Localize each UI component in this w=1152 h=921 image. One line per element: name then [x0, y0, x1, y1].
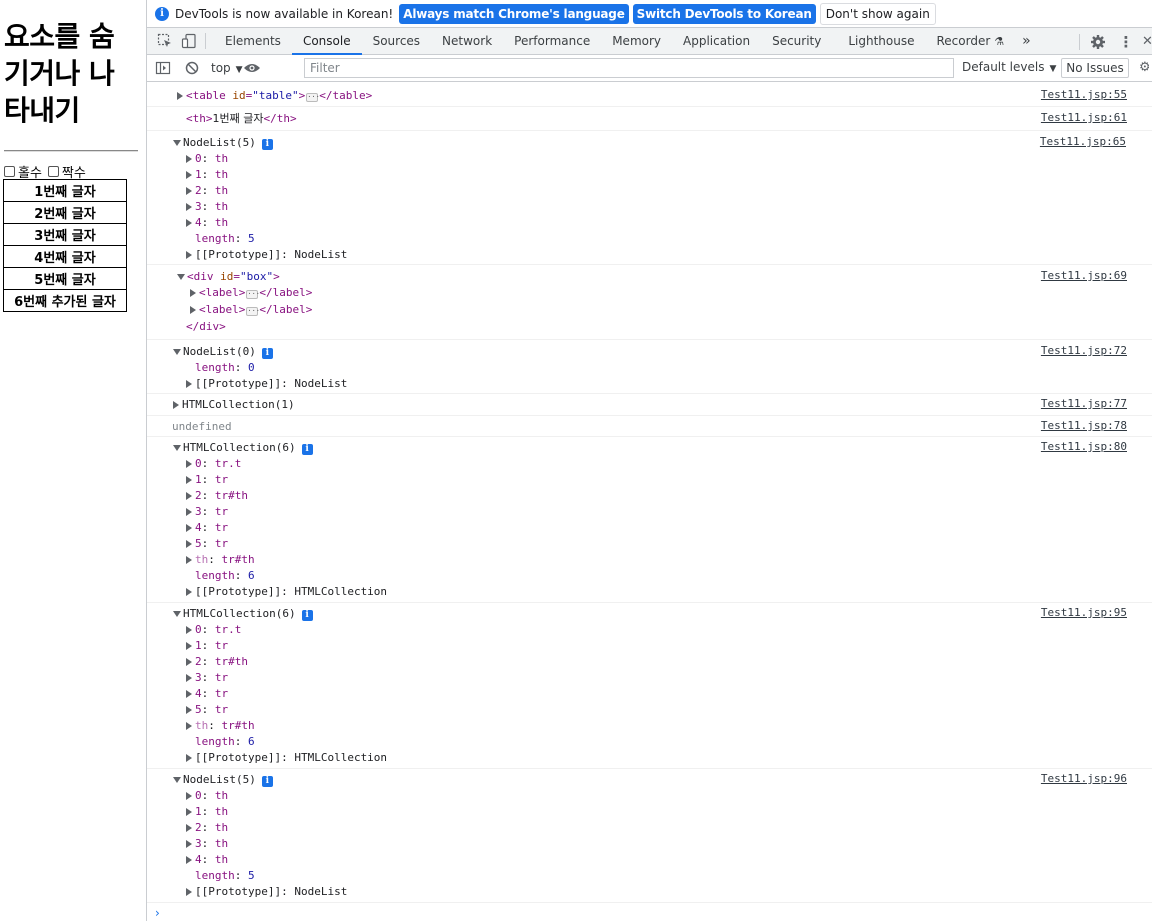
kebab-menu-icon[interactable]: ⋮	[1116, 33, 1136, 51]
source-link[interactable]: Test11.jsp:65	[1040, 135, 1126, 148]
log-levels-dropdown[interactable]: Default levels ▼	[962, 60, 1056, 74]
source-link[interactable]: Test11.jsp:69	[1041, 269, 1127, 282]
more-tabs-icon[interactable]: »	[1008, 28, 1045, 55]
console-output: <table id="table"> ···</table> Test11.jsp…	[147, 84, 1152, 903]
tab-lighthouse[interactable]: Lighthouse	[837, 28, 925, 55]
odd-checkbox[interactable]	[4, 166, 15, 177]
devtools-panel: i DevTools is now available in Korean! A…	[146, 0, 1152, 921]
table-row: 6번째 추가된 글자	[3, 289, 127, 312]
web-page: 요소를 숨기거나 나타내기 홀수 짝수 1번째 글자 2번째 글자 3번째 글자…	[0, 0, 146, 921]
console-message: <th>1번째 글자</th> Test11.jsp:61	[147, 107, 1152, 131]
console-settings-icon[interactable]: ⚙	[1139, 60, 1149, 75]
table-cell: 1번째 글자	[3, 179, 127, 202]
tab-console[interactable]: Console	[291, 28, 362, 55]
tab-network[interactable]: Network	[431, 28, 503, 55]
source-link[interactable]: Test11.jsp:78	[1041, 419, 1127, 432]
console-message: HTMLCollection(1) Test11.jsp:77	[147, 394, 1152, 416]
switch-korean-button[interactable]: Switch DevTools to Korean	[632, 3, 816, 24]
issues-button[interactable]: No Issues	[1061, 58, 1129, 78]
source-link[interactable]: Test11.jsp:61	[1041, 111, 1127, 124]
language-infobar: i DevTools is now available in Korean! A…	[147, 0, 1152, 28]
console-toolbar: top ▼ Filter Default levels ▼ No Issues ⚙	[147, 55, 1152, 82]
console-message: <div id="box"> <label> ···</label> <label…	[147, 265, 1152, 340]
page-title: 요소를 숨기거나 나타내기	[4, 20, 115, 127]
console-message: <table id="table"> ···</table> Test11.jsp…	[147, 84, 1152, 107]
infobar-message: DevTools is now available in Korean!	[175, 6, 394, 21]
sidebar-toggle-icon[interactable]	[155, 60, 171, 76]
toolbar-separator	[1079, 33, 1080, 50]
source-link[interactable]: Test11.jsp:55	[1041, 88, 1127, 101]
tab-recorder[interactable]: Recorder ⚗	[926, 28, 1009, 55]
table-cell: 5번째 글자	[3, 267, 127, 290]
table-cell: 4번째 글자	[3, 245, 127, 268]
dropdown-arrow-icon: ▼	[235, 65, 243, 75]
device-toolbar-icon[interactable]	[181, 33, 197, 49]
divider	[4, 150, 138, 152]
close-icon[interactable]: ✕	[1142, 34, 1152, 49]
tab-performance[interactable]: Performance	[503, 28, 601, 55]
dont-show-again-button[interactable]: Don't show again	[819, 2, 936, 25]
source-link[interactable]: Test11.jsp:96	[1041, 772, 1127, 785]
console-prompt-icon[interactable]: ›	[155, 906, 160, 920]
console-message: undefined Test11.jsp:78	[147, 416, 1152, 437]
console-message: NodeList(5) i 0: th 1: th 2: th 3: th 4: …	[147, 769, 1152, 903]
table-row: 5번째 글자	[3, 267, 127, 290]
table-row: 3번째 글자	[3, 223, 127, 246]
console-message: NodeList(5) i 0: th 1: th 2: th 3: th 4: …	[147, 131, 1152, 265]
tab-sources[interactable]: Sources	[362, 28, 431, 55]
table-row: 1번째 글자	[3, 179, 127, 202]
table-cell: 6번째 추가된 글자	[3, 289, 127, 312]
text-table: 1번째 글자 2번째 글자 3번째 글자 4번째 글자 5번째 글자 6번째 추…	[3, 179, 127, 312]
filter-input[interactable]: Filter	[304, 58, 954, 78]
source-link[interactable]: Test11.jsp:77	[1041, 397, 1127, 410]
tab-memory[interactable]: Memory	[601, 28, 672, 55]
console-message: NodeList(0) i length: 0 [[Prototype]]: No…	[147, 340, 1152, 394]
table-row: 2번째 글자	[3, 201, 127, 224]
live-expression-eye-icon[interactable]	[243, 61, 261, 75]
tab-elements[interactable]: Elements	[214, 28, 292, 55]
settings-gear-icon[interactable]	[1088, 34, 1108, 50]
devtools-tabbar: Elements Console Sources Network Perform…	[147, 28, 1152, 55]
dropdown-arrow-icon: ▼	[1049, 64, 1057, 74]
inspect-element-icon[interactable]	[157, 33, 173, 49]
even-checkbox[interactable]	[47, 166, 59, 177]
tab-separator	[205, 33, 206, 49]
source-link[interactable]: Test11.jsp:80	[1041, 440, 1127, 453]
table-cell: 3번째 글자	[3, 223, 127, 246]
console-message: HTMLCollection(6) i 0: tr.t 1: tr 2: tr#t…	[147, 437, 1152, 603]
match-language-button[interactable]: Always match Chrome's language	[399, 3, 629, 24]
info-icon: i	[155, 6, 169, 21]
table-cell: 2번째 글자	[3, 201, 127, 224]
context-selector[interactable]: top ▼	[211, 61, 243, 75]
source-link[interactable]: Test11.jsp:72	[1041, 344, 1127, 357]
tab-security[interactable]: Security	[761, 28, 837, 55]
table-row: 4번째 글자	[3, 245, 127, 268]
tab-application[interactable]: Application	[672, 28, 761, 55]
flask-icon: ⚗	[994, 34, 1005, 48]
clear-console-icon[interactable]	[185, 61, 199, 75]
source-link[interactable]: Test11.jsp:95	[1041, 606, 1127, 619]
console-message: HTMLCollection(6) i 0: tr.t 1: tr 2: tr#t…	[147, 603, 1152, 769]
